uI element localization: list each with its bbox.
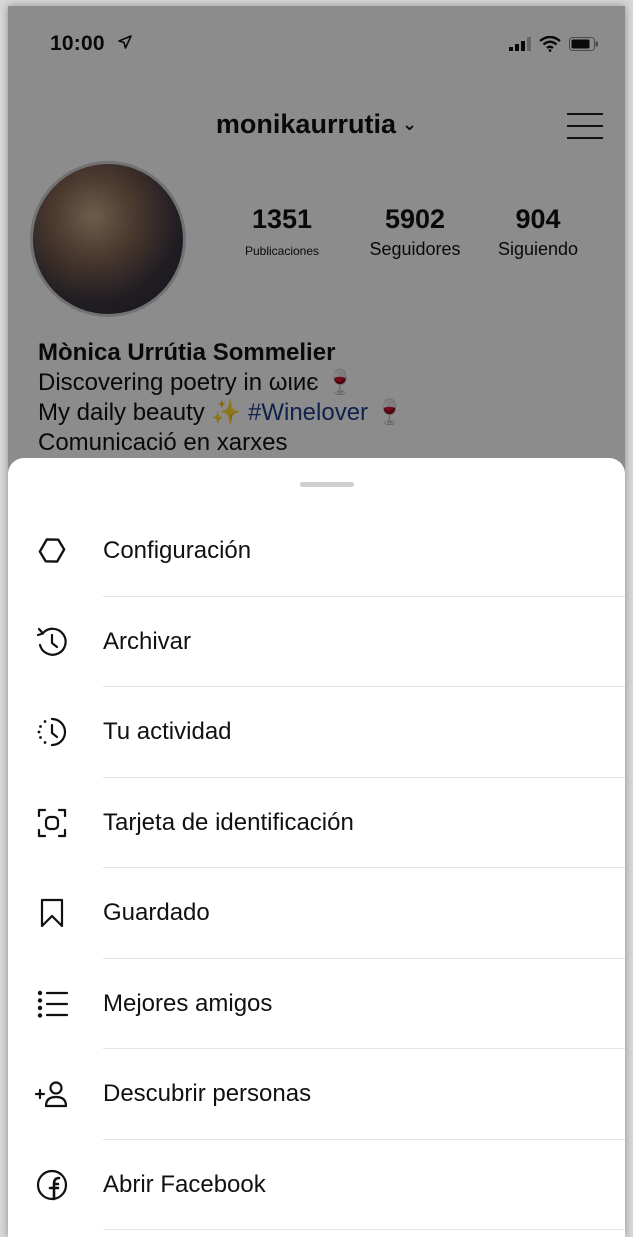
menu-item-label: Tarjeta de identificación [103,808,354,836]
menu-item-discover-people[interactable]: Descubrir personas [8,1049,625,1140]
archive-icon [34,624,70,660]
menu-item-label: Descubrir personas [103,1080,312,1108]
menu-item-activity[interactable]: Tu actividad [8,687,625,778]
menu-item-label: Mejores amigos [103,989,273,1017]
menu-item-settings[interactable]: Configuración [8,506,625,597]
menu-item-label: Configuración [103,537,252,565]
options-bottom-sheet: Configuración Archivar Tu actividad Tarj… [8,458,625,1237]
menu-item-archive[interactable]: Archivar [8,597,625,687]
options-menu: Configuración Archivar Tu actividad Tarj… [8,506,625,1230]
menu-item-saved[interactable]: Guardado [8,868,625,959]
settings-icon [34,533,70,569]
nametag-icon [34,805,70,841]
phone-screen: 10:00 monikaurrutia ⌄ 1351 Publicaciones… [8,6,625,1237]
add-person-icon [34,1076,70,1112]
activity-icon [34,714,70,750]
bookmark-icon [34,895,70,931]
close-friends-icon [34,986,70,1022]
menu-item-close-friends[interactable]: Mejores amigos [8,959,625,1049]
sheet-grabber[interactable] [300,482,354,487]
menu-item-label: Tu actividad [103,718,232,746]
menu-item-open-facebook[interactable]: Abrir Facebook [8,1140,625,1230]
menu-item-label: Abrir Facebook [103,1170,266,1198]
menu-item-label: Guardado [103,899,210,927]
menu-item-label: Archivar [103,627,192,655]
facebook-icon [34,1167,70,1203]
divider [103,1229,625,1230]
menu-item-nametag[interactable]: Tarjeta de identificación [8,778,625,868]
